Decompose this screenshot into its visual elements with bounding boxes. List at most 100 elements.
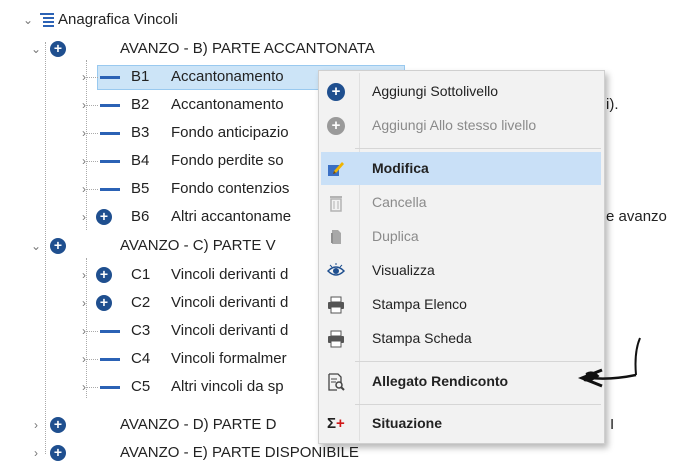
chevron-right-icon[interactable]: › xyxy=(30,447,42,459)
eye-icon xyxy=(326,262,346,280)
tree-node-label: Vincoli formalmer xyxy=(171,350,287,367)
tree-node-label: Altri accantoname xyxy=(171,208,292,225)
node-code: B2 xyxy=(131,96,150,113)
leaf-node-icon xyxy=(100,386,120,389)
chevron-right-icon[interactable]: › xyxy=(78,183,90,195)
chevron-right-icon[interactable]: › xyxy=(78,325,90,337)
menu-item-label: Stampa Elenco xyxy=(372,296,467,312)
chevron-right-icon[interactable]: › xyxy=(78,353,90,365)
tree-label-overflow: I xyxy=(610,416,615,433)
tree-node-label: Vincoli derivanti d xyxy=(171,294,289,311)
menu-separator xyxy=(355,361,601,362)
tree-node-label: Fondo anticipazio xyxy=(171,124,289,141)
chevron-down-icon[interactable]: ⌄ xyxy=(30,240,42,252)
chevron-right-icon[interactable]: › xyxy=(78,297,90,309)
menu-item-label: Visualizza xyxy=(372,262,435,278)
leaf-node-icon xyxy=(100,358,120,361)
menu-item-label: Stampa Scheda xyxy=(372,330,472,346)
tree-node-root[interactable]: ⌄ Anagrafica Vincoli xyxy=(0,8,300,32)
node-code: B5 xyxy=(131,180,150,197)
edit-pencil-icon xyxy=(327,160,345,178)
tree-node-label: Vincoli derivanti d xyxy=(171,322,289,339)
tree-node-label: AVANZO - C) PARTE V xyxy=(120,237,276,254)
node-code: B3 xyxy=(131,124,150,141)
tree-node-label: AVANZO - D) PARTE D xyxy=(120,416,277,433)
node-code: C2 xyxy=(131,294,151,311)
tree-root-label: Anagrafica Vincoli xyxy=(58,11,178,28)
tree-label-overflow: e avanzo xyxy=(606,208,667,225)
node-expand-icon: + xyxy=(50,417,66,433)
chevron-right-icon[interactable]: › xyxy=(78,99,90,111)
node-code: B4 xyxy=(131,152,150,169)
tree-node-label: Accantonamento xyxy=(171,68,284,85)
node-code: C5 xyxy=(131,378,151,395)
plus-circle-icon: + xyxy=(327,117,345,135)
node-expand-icon: + xyxy=(96,209,112,225)
duplicate-icon xyxy=(327,228,345,246)
chevron-right-icon[interactable]: › xyxy=(78,381,90,393)
leaf-node-icon xyxy=(100,132,120,135)
menu-item-visualizza[interactable]: Visualizza xyxy=(321,254,601,287)
leaf-node-icon xyxy=(100,160,120,163)
hand-drawn-arrow-annotation xyxy=(577,337,641,388)
chevron-right-icon[interactable]: › xyxy=(78,155,90,167)
chevron-right-icon[interactable]: › xyxy=(78,211,90,223)
leaf-node-icon xyxy=(100,188,120,191)
menu-item-situazione[interactable]: Σ+ Situazione xyxy=(321,407,601,440)
menu-item-stampa-scheda[interactable]: Stampa Scheda xyxy=(321,322,601,355)
menu-item-label: Allegato Rendiconto xyxy=(372,373,509,389)
menu-item-aggiungi-sottolivello[interactable]: + Aggiungi Sottolivello xyxy=(321,75,601,108)
node-expand-icon: + xyxy=(96,267,112,283)
tree-node-label: Fondo contenzios xyxy=(171,180,290,197)
tree-node-label: AVANZO - E) PARTE DISPONIBILE xyxy=(120,444,359,461)
tree-label-overflow: i). xyxy=(606,96,619,113)
chevron-down-icon[interactable]: ⌄ xyxy=(30,43,42,55)
node-code: B1 xyxy=(131,68,150,85)
tree-node-label: Vincoli derivanti d xyxy=(171,266,289,283)
sigma-plus-icon: Σ+ xyxy=(327,415,345,432)
tree-node-label: Altri vincoli da sp xyxy=(171,378,284,395)
menu-item-cancella[interactable]: Cancella xyxy=(321,186,601,219)
menu-item-allegato-rendiconto[interactable]: Allegato Rendiconto xyxy=(321,365,601,398)
tree-root-icon xyxy=(40,12,54,28)
menu-item-duplica[interactable]: Duplica xyxy=(321,220,601,253)
menu-separator xyxy=(355,148,601,149)
report-magnify-icon xyxy=(327,373,345,391)
menu-item-modifica[interactable]: Modifica xyxy=(321,152,601,185)
context-menu: + Aggiungi Sottolivello + Aggiungi Allo … xyxy=(318,70,605,444)
printer-icon xyxy=(327,296,345,314)
menu-item-label: Cancella xyxy=(372,194,427,210)
tree-node-group-b[interactable]: ⌄ + AVANZO - B) PARTE ACCANTONATA xyxy=(0,37,500,61)
leaf-node-icon xyxy=(100,330,120,333)
printer-icon xyxy=(327,330,345,348)
menu-item-label: Duplica xyxy=(372,228,419,244)
tree-node-group-e[interactable]: › + AVANZO - E) PARTE DISPONIBILE xyxy=(0,441,500,465)
node-expand-icon: + xyxy=(50,41,66,57)
chevron-down-icon[interactable]: ⌄ xyxy=(22,14,34,26)
plus-circle-icon: + xyxy=(327,83,345,101)
menu-item-label: Aggiungi Sottolivello xyxy=(372,83,499,99)
leaf-node-icon xyxy=(100,76,120,79)
leaf-node-icon xyxy=(100,104,120,107)
tree-node-label: Fondo perdite so xyxy=(171,152,284,169)
menu-item-label: Modifica xyxy=(372,160,429,176)
chevron-right-icon[interactable]: › xyxy=(78,269,90,281)
chevron-right-icon[interactable]: › xyxy=(78,127,90,139)
node-expand-icon: + xyxy=(50,445,66,461)
node-code: C1 xyxy=(131,266,151,283)
menu-item-label: Situazione xyxy=(372,415,443,431)
menu-item-aggiungi-stesso-livello[interactable]: + Aggiungi Allo stesso livello xyxy=(321,109,601,142)
node-code: B6 xyxy=(131,208,150,225)
node-expand-icon: + xyxy=(50,238,66,254)
trash-icon xyxy=(327,194,345,212)
node-expand-icon: + xyxy=(96,295,112,311)
chevron-right-icon[interactable]: › xyxy=(30,419,42,431)
tree-node-label: AVANZO - B) PARTE ACCANTONATA xyxy=(120,40,375,57)
chevron-right-icon[interactable]: › xyxy=(78,71,90,83)
menu-separator xyxy=(355,404,601,405)
menu-item-label: Aggiungi Allo stesso livello xyxy=(372,117,537,133)
node-code: C3 xyxy=(131,322,151,339)
menu-item-stampa-elenco[interactable]: Stampa Elenco xyxy=(321,288,601,321)
tree-node-label: Accantonamento xyxy=(171,96,284,113)
node-code: C4 xyxy=(131,350,151,367)
